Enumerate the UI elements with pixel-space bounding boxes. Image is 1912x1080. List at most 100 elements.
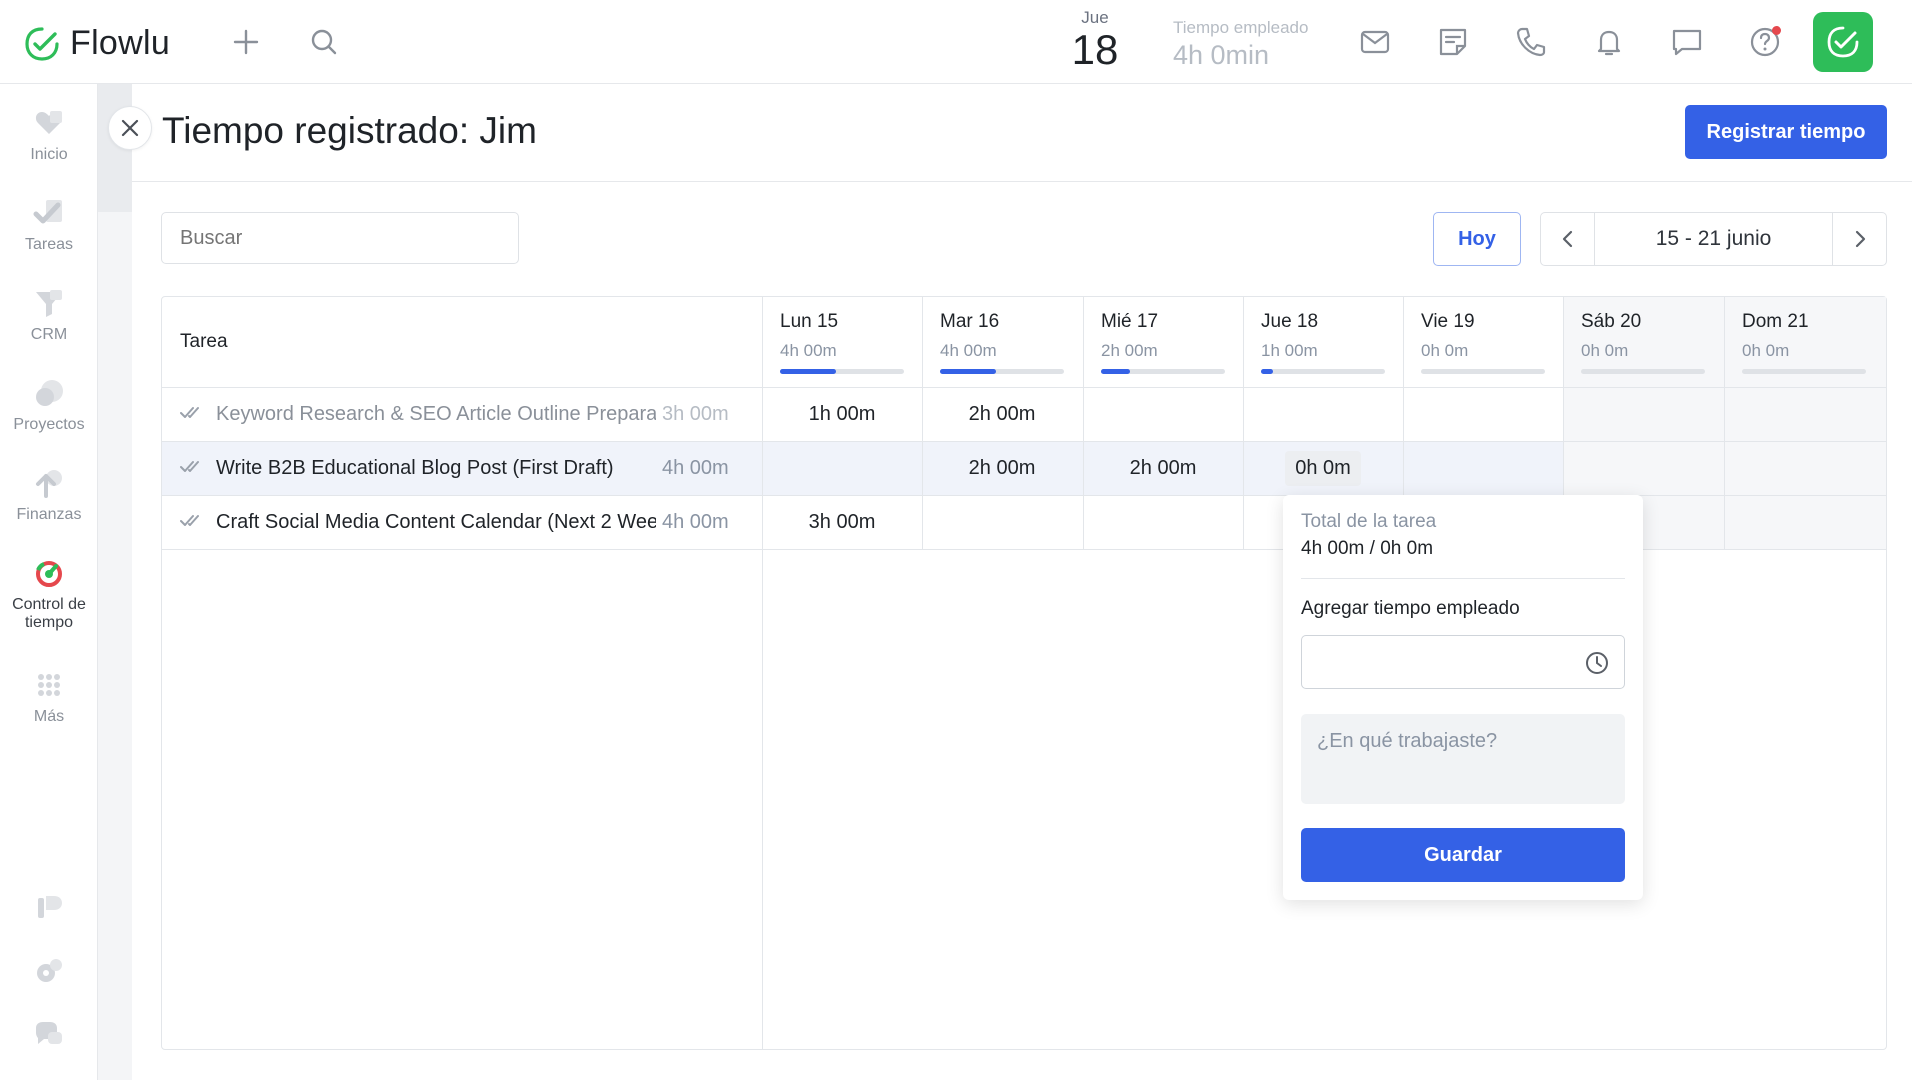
heart-icon <box>35 111 63 134</box>
time-spent-widget[interactable]: Tiempo empleado 4h 0min <box>1173 18 1308 71</box>
date-range-label[interactable]: 15 - 21 junio <box>1595 227 1832 251</box>
search-icon[interactable] <box>308 26 340 58</box>
day-progress-bar <box>1581 369 1705 374</box>
previous-week-button[interactable] <box>1541 213 1595 265</box>
day-name: Sáb 20 <box>1581 311 1642 332</box>
time-cell[interactable] <box>1563 441 1723 495</box>
sidebar-item-label: Más <box>33 708 65 725</box>
grid-dots-icon <box>38 674 60 696</box>
time-spent-input[interactable] <box>1301 635 1625 689</box>
task-check-icon <box>1827 26 1859 58</box>
day-progress-fill <box>940 369 996 374</box>
projects-icon <box>36 380 63 406</box>
next-week-button[interactable] <box>1832 213 1886 265</box>
today-button[interactable]: Hoy <box>1433 212 1521 266</box>
day-name: Mié 17 <box>1101 311 1159 332</box>
time-cell[interactable] <box>1403 387 1563 441</box>
clock-icon[interactable] <box>1584 650 1610 676</box>
day-progress-bar <box>940 369 1064 374</box>
day-header[interactable]: Dom 21 0h 0m <box>1742 311 1809 361</box>
time-cell[interactable] <box>1724 387 1884 441</box>
time-cell[interactable] <box>1403 441 1563 495</box>
day-progress-fill <box>780 369 836 374</box>
time-cell-active[interactable]: 0h 0m <box>1243 441 1403 495</box>
sidebar-item-crm[interactable]: CRM <box>0 286 98 344</box>
divider <box>1301 578 1625 579</box>
task-total-label: Total de la tarea <box>1301 511 1437 532</box>
day-name: Mar 16 <box>940 311 1000 332</box>
sidebar-item-label: Inicio <box>30 146 68 163</box>
day-name: Lun 15 <box>780 311 839 332</box>
close-panel-button[interactable] <box>108 106 152 150</box>
sidebar-item-finanzas[interactable]: Finanzas <box>0 466 98 524</box>
sidebar-settings[interactable] <box>0 954 98 994</box>
sidebar-item-control-de-tiempo[interactable]: Control de tiempo <box>0 556 98 632</box>
time-cell[interactable] <box>1083 387 1243 441</box>
task-total: 4h 00m <box>662 510 729 533</box>
active-time-chip[interactable]: 0h 0m <box>1285 450 1361 486</box>
day-progress-bar <box>1742 369 1866 374</box>
time-cell[interactable]: 2h 00m <box>922 387 1082 441</box>
register-time-button[interactable]: Registrar tiempo <box>1685 105 1887 159</box>
chat-icon[interactable] <box>1669 24 1705 60</box>
search-input[interactable] <box>161 212 519 264</box>
bell-icon[interactable] <box>1591 24 1627 60</box>
mail-icon[interactable] <box>1357 24 1393 60</box>
time-spent-label: Tiempo empleado <box>1173 18 1309 37</box>
day-total: 0h 0m <box>1421 341 1469 360</box>
task-name[interactable]: Write B2B Educational Blog Post (First D… <box>216 457 656 480</box>
time-cell[interactable]: 2h 00m <box>1083 441 1243 495</box>
notification-dot <box>1772 26 1781 35</box>
notes-icon[interactable] <box>1435 24 1471 60</box>
day-header[interactable]: Mié 17 2h 00m <box>1101 311 1158 361</box>
date-weekday: Jue <box>1081 8 1109 27</box>
add-time-label: Agregar tiempo empleado <box>1301 598 1520 619</box>
sidebar-item-proyectos[interactable]: Proyectos <box>0 376 98 434</box>
table-row[interactable]: Craft Social Media Content Calendar (Nex… <box>162 495 762 549</box>
sidebar-item-mas[interactable]: Más <box>0 668 98 726</box>
table-row[interactable]: Write B2B Educational Blog Post (First D… <box>162 441 762 495</box>
time-cell[interactable]: 3h 00m <box>762 495 922 549</box>
day-total: 0h 0m <box>1742 341 1790 360</box>
time-spent-value: 4h 0min <box>1173 40 1270 70</box>
sidebar-marketplace[interactable] <box>0 890 98 930</box>
sidebar-support[interactable] <box>0 1018 98 1058</box>
time-cell[interactable] <box>1724 495 1884 549</box>
task-name[interactable]: Keyword Research & SEO Article Outline P… <box>216 403 656 426</box>
time-cell[interactable] <box>1243 387 1403 441</box>
help-icon[interactable] <box>1747 24 1783 60</box>
time-cell[interactable] <box>762 441 922 495</box>
time-tracking-icon <box>36 561 62 587</box>
day-header[interactable]: Jue 18 1h 00m <box>1261 311 1318 361</box>
day-header[interactable]: Lun 15 4h 00m <box>780 311 838 361</box>
sidebar-item-label: Tareas <box>24 236 74 253</box>
day-header[interactable]: Mar 16 4h 00m <box>940 311 999 361</box>
time-cell[interactable] <box>922 495 1082 549</box>
time-cell[interactable]: 1h 00m <box>762 387 922 441</box>
phone-icon[interactable] <box>1513 24 1549 60</box>
task-check-button[interactable] <box>1813 12 1873 72</box>
task-name[interactable]: Craft Social Media Content Calendar (Nex… <box>216 511 656 534</box>
day-total: 2h 00m <box>1101 341 1158 360</box>
save-button[interactable]: Guardar <box>1301 828 1625 882</box>
table-row[interactable]: Keyword Research & SEO Article Outline P… <box>162 387 762 441</box>
sidebar-item-tareas[interactable]: Tareas <box>0 196 98 254</box>
sidebar-item-inicio[interactable]: Inicio <box>0 106 98 164</box>
day-progress-fill <box>1101 369 1130 374</box>
time-cell[interactable] <box>1083 495 1243 549</box>
chevron-right-icon <box>1855 230 1865 248</box>
app-logo[interactable]: Flowlu <box>24 24 170 63</box>
chevron-left-icon <box>1562 230 1572 248</box>
day-header[interactable]: Vie 19 0h 0m <box>1421 311 1475 361</box>
day-header[interactable]: Sáb 20 0h 0m <box>1581 311 1641 361</box>
day-name: Jue 18 <box>1261 311 1319 332</box>
time-cell[interactable] <box>1563 387 1723 441</box>
time-cell[interactable]: 2h 00m <box>922 441 1082 495</box>
header-divider <box>132 181 1912 182</box>
task-total-value: 4h 00m / 0h 0m <box>1301 538 1434 559</box>
time-cell[interactable] <box>1724 441 1884 495</box>
double-check-icon <box>180 515 199 526</box>
work-description-input[interactable]: ¿En qué trabajaste? <box>1301 714 1625 804</box>
current-date[interactable]: Jue 18 <box>1070 8 1120 72</box>
plus-icon[interactable] <box>230 26 262 58</box>
